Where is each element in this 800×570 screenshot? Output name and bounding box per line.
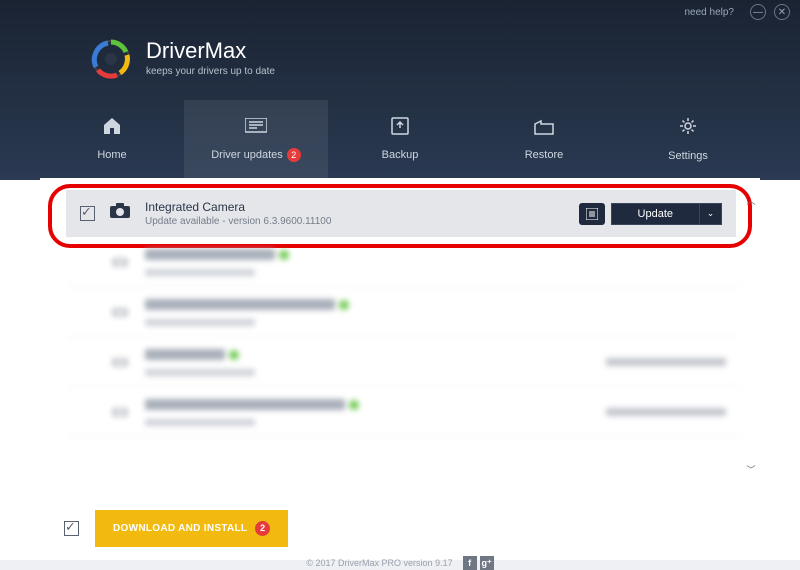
minimize-button[interactable]: — <box>750 4 766 20</box>
driver-row-blurred: ▭ <box>66 337 740 387</box>
tab-backup[interactable]: Backup <box>328 100 472 178</box>
tab-settings[interactable]: Settings <box>616 100 760 178</box>
gear-icon <box>678 116 698 142</box>
device-status: Update available - version 6.3.9600.1110… <box>145 216 565 227</box>
scrollbar[interactable]: ︿ ﹀ <box>744 194 758 476</box>
tab-label: Settings <box>668 150 708 162</box>
download-install-button[interactable]: DOWNLOAD AND INSTALL 2 <box>95 510 288 547</box>
restore-icon <box>533 118 555 141</box>
need-help-link[interactable]: need help? <box>685 7 735 18</box>
install-badge: 2 <box>255 521 270 536</box>
googleplus-icon[interactable]: g⁺ <box>480 556 494 570</box>
device-name: Integrated Camera <box>145 200 565 214</box>
facebook-icon[interactable]: f <box>463 556 477 570</box>
audio-icon: ▭ <box>109 301 131 322</box>
tab-label: Restore <box>525 149 564 161</box>
checkbox[interactable] <box>80 206 95 221</box>
tab-label: Backup <box>382 149 419 161</box>
driver-row-blurred: ▭ <box>66 387 740 437</box>
main-tabs: Home Driver updates 2 Backup Restore <box>40 100 760 178</box>
updates-badge: 2 <box>287 148 301 162</box>
updates-icon <box>245 117 267 140</box>
driver-row-blurred: ▭ <box>66 287 740 337</box>
app-tagline: keeps your drivers up to date <box>146 66 275 77</box>
tab-label: Driver updates 2 <box>211 148 301 162</box>
windows-icon: ▭ <box>109 351 131 372</box>
tab-home[interactable]: Home <box>40 100 184 178</box>
tab-restore[interactable]: Restore <box>472 100 616 178</box>
select-all-checkbox[interactable] <box>64 521 79 536</box>
close-button[interactable]: ✕ <box>774 4 790 20</box>
app-logo <box>90 38 132 80</box>
update-button[interactable]: Update <box>611 203 700 225</box>
app-title: DriverMax <box>146 38 275 64</box>
driver-row-blurred: ▭ <box>66 237 740 287</box>
tab-driver-updates[interactable]: Driver updates 2 <box>184 100 328 178</box>
update-dropdown[interactable]: ⌄ <box>700 203 722 225</box>
monitor-icon: ▭ <box>109 251 131 272</box>
home-icon <box>102 117 122 141</box>
camera-icon <box>109 203 131 224</box>
details-icon[interactable] <box>579 203 605 225</box>
scroll-up-arrow[interactable]: ︿ <box>746 194 755 207</box>
backup-icon <box>391 117 409 141</box>
driver-row[interactable]: Integrated Camera Update available - ver… <box>66 190 736 237</box>
tab-label: Home <box>97 149 126 161</box>
scroll-down-arrow[interactable]: ﹀ <box>746 463 755 476</box>
chipset-icon: ▭ <box>109 401 131 422</box>
